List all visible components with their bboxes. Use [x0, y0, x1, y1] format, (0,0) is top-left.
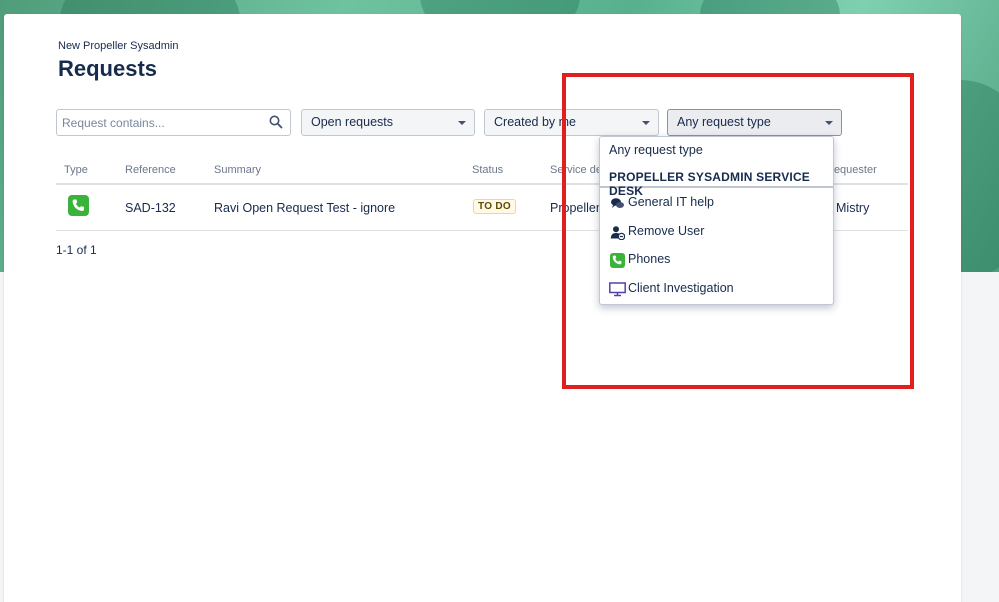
column-header-summary[interactable]: Summary — [214, 164, 261, 176]
phone-icon — [68, 195, 89, 216]
highlight-annotation-box — [562, 73, 914, 389]
request-summary[interactable]: Ravi Open Request Test - ignore — [214, 201, 395, 215]
search-field[interactable] — [56, 109, 291, 136]
page-title: Requests — [58, 56, 158, 81]
status-badge: TO DO — [473, 199, 516, 214]
status-filter-select[interactable]: Open requests — [301, 109, 475, 136]
column-header-status[interactable]: Status — [472, 164, 503, 176]
status-filter-value: Open requests — [311, 115, 393, 129]
column-header-type[interactable]: Type — [64, 164, 88, 176]
chevron-down-icon — [458, 121, 466, 125]
search-input[interactable] — [57, 110, 257, 135]
request-reference[interactable]: SAD-132 — [125, 201, 176, 215]
search-icon[interactable] — [269, 115, 283, 129]
pagination-count: 1-1 of 1 — [56, 243, 97, 257]
breadcrumb[interactable]: New Propeller Sysadmin — [58, 40, 178, 52]
column-header-reference[interactable]: Reference — [125, 164, 176, 176]
